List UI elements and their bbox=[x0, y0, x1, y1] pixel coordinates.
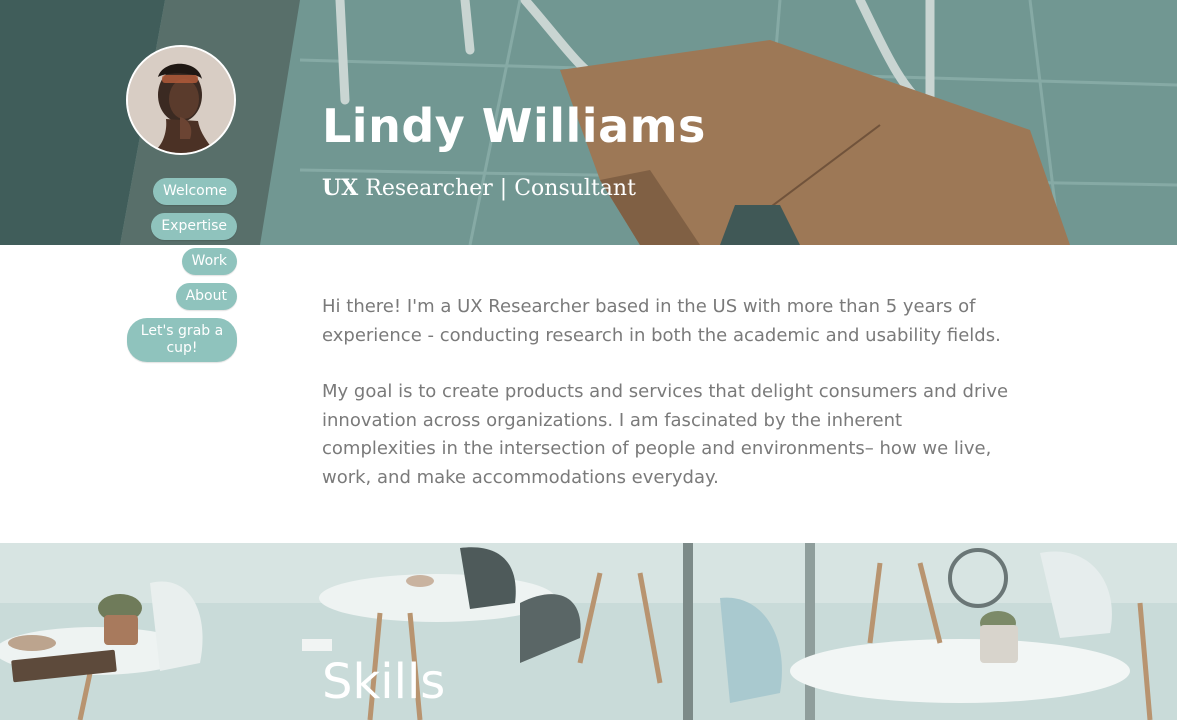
portfolio-page: Lindy Williams UX Researcher | Consultan… bbox=[0, 0, 1177, 720]
profile-photo bbox=[128, 47, 234, 153]
nav-item-expertise[interactable]: Expertise bbox=[151, 213, 237, 240]
nav-item-work[interactable]: Work bbox=[181, 248, 237, 275]
intro-section: Hi there! I'm a UX Researcher based in t… bbox=[322, 293, 1012, 520]
job-title: UX Researcher | Consultant bbox=[322, 172, 636, 205]
skills-heading: Skills bbox=[322, 654, 446, 710]
nav-item-welcome[interactable]: Welcome bbox=[152, 178, 237, 205]
job-title-strong: UX bbox=[322, 175, 359, 201]
skills-background-photo bbox=[0, 543, 1177, 720]
nav-item-about[interactable]: About bbox=[175, 283, 237, 310]
nav-item-contact[interactable]: Let's grab a cup! bbox=[127, 318, 237, 362]
skills-banner bbox=[0, 543, 1177, 720]
job-title-rest: Researcher | Consultant bbox=[358, 176, 636, 201]
page-title: Lindy Williams bbox=[322, 99, 706, 153]
avatar bbox=[126, 45, 236, 155]
intro-paragraph: My goal is to create products and servic… bbox=[322, 381, 1009, 488]
side-nav: Welcome Expertise Work About Let's grab … bbox=[117, 178, 237, 370]
intro-paragraph: Hi there! I'm a UX Researcher based in t… bbox=[322, 296, 1001, 346]
